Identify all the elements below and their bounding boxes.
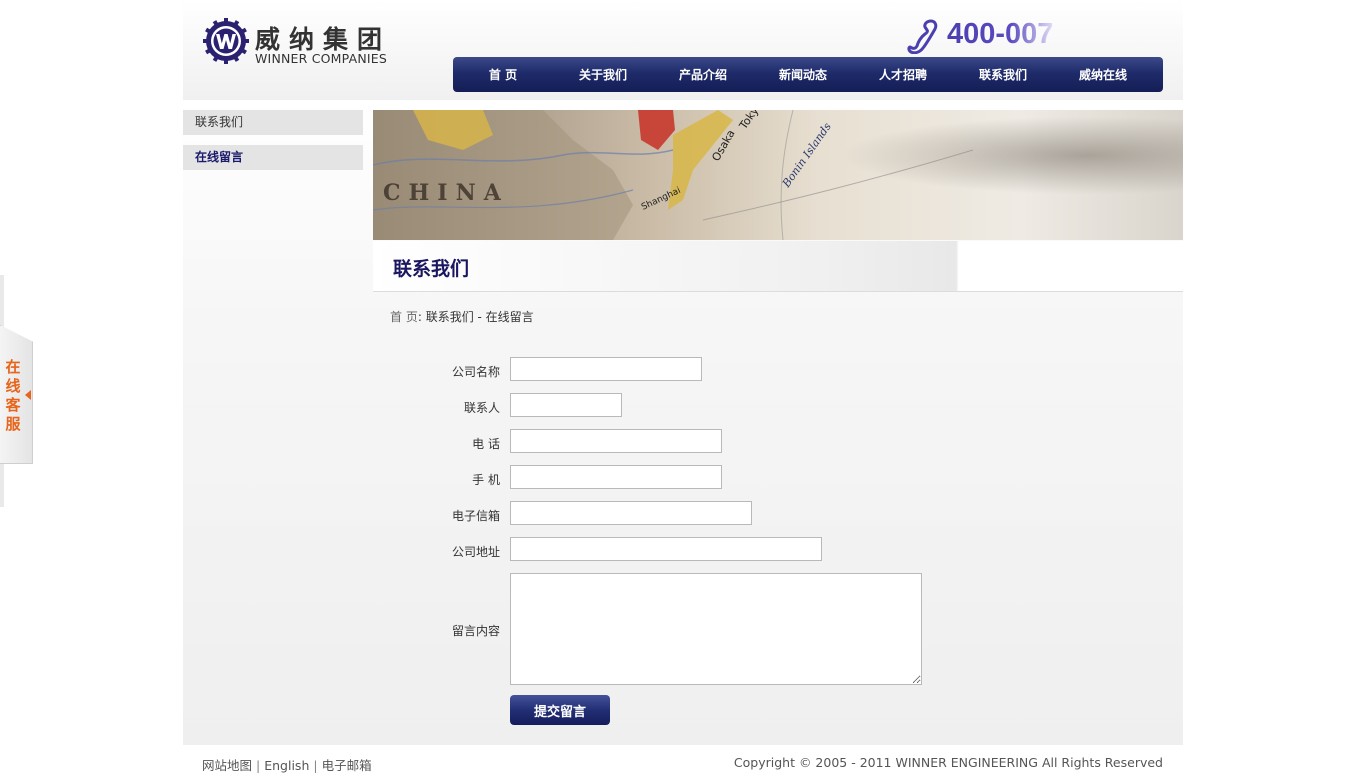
address-label: 公司地址: [451, 545, 500, 559]
page-title: 联系我们: [393, 258, 470, 280]
header: 威纳集团 WINNER COMPANIES 400-007 首 页 关于我们 产…: [183, 0, 1183, 100]
message-label: 留言内容: [451, 624, 500, 638]
nav-item-careers[interactable]: 人才招聘: [853, 66, 953, 83]
phone-icon: [907, 19, 938, 54]
footer-links: 网站地图 | English | 电子邮箱: [202, 755, 372, 774]
footer-link-english[interactable]: English: [264, 758, 309, 773]
nav-item-about[interactable]: 关于我们: [553, 66, 653, 83]
footer-copyright: Copyright © 2005 - 2011 WINNER ENGINEERI…: [733, 755, 1163, 770]
sidebar-item-contact[interactable]: 联系我们: [183, 110, 363, 135]
sidebar-item-message[interactable]: 在线留言: [183, 145, 363, 170]
message-textarea[interactable]: [510, 573, 922, 685]
address-input[interactable]: [510, 537, 822, 561]
company-input[interactable]: [510, 357, 702, 381]
map-label-china: CHINA: [383, 180, 509, 206]
main-nav: 首 页 关于我们 产品介绍 新闻动态 人才招聘 联系我们 威纳在线: [453, 57, 1163, 92]
email-input[interactable]: [510, 501, 752, 525]
phone-label: 电 话: [472, 437, 500, 451]
footer-link-sitemap[interactable]: 网站地图: [202, 758, 252, 773]
footer-separator: |: [313, 758, 318, 773]
company-label: 公司名称: [451, 365, 500, 379]
submit-message-button[interactable]: 提交留言: [510, 695, 610, 725]
chevron-left-icon[interactable]: [25, 390, 31, 400]
nav-item-home[interactable]: 首 页: [453, 66, 553, 83]
hotline: 400-007: [907, 18, 1077, 56]
nav-item-online[interactable]: 威纳在线: [1053, 66, 1153, 83]
sidebar: 联系我们 在线留言: [183, 110, 363, 180]
contact-input[interactable]: [510, 393, 622, 417]
mobile-input[interactable]: [510, 465, 722, 489]
globe-map-image: CHINA Tokyo Osaka Bonin Islands Shanghai: [373, 110, 1183, 240]
footer-link-email[interactable]: 电子邮箱: [322, 758, 372, 773]
logo[interactable]: 威纳集团 WINNER COMPANIES: [203, 18, 403, 68]
logo-en-text: WINNER COMPANIES: [255, 51, 388, 66]
footer-separator: |: [256, 758, 261, 773]
page-title-bar: 联系我们: [373, 241, 1183, 292]
phone-number: 400-007: [947, 18, 1054, 50]
contact-label: 联系人: [463, 401, 500, 415]
breadcrumb-separator: :: [417, 310, 422, 324]
phone-input[interactable]: [510, 429, 722, 453]
breadcrumb-home[interactable]: 首 页: [390, 310, 418, 324]
nav-item-products[interactable]: 产品介绍: [653, 66, 753, 83]
mobile-label: 手 机: [472, 473, 500, 487]
banner-image: CHINA Tokyo Osaka Bonin Islands Shanghai: [373, 110, 1183, 240]
nav-item-news[interactable]: 新闻动态: [753, 66, 853, 83]
float-service-label[interactable]: 在线客服: [4, 358, 22, 434]
email-label: 电子信箱: [451, 509, 500, 523]
logo-gear-icon: [203, 18, 249, 64]
nav-item-contact[interactable]: 联系我们: [953, 66, 1053, 83]
breadcrumb-path: 联系我们 - 在线留言: [425, 310, 534, 324]
breadcrumb: 首 页: 联系我们 - 在线留言: [390, 308, 534, 325]
page-wrapper: 威纳集团 WINNER COMPANIES 400-007 首 页 关于我们 产…: [183, 0, 1183, 777]
